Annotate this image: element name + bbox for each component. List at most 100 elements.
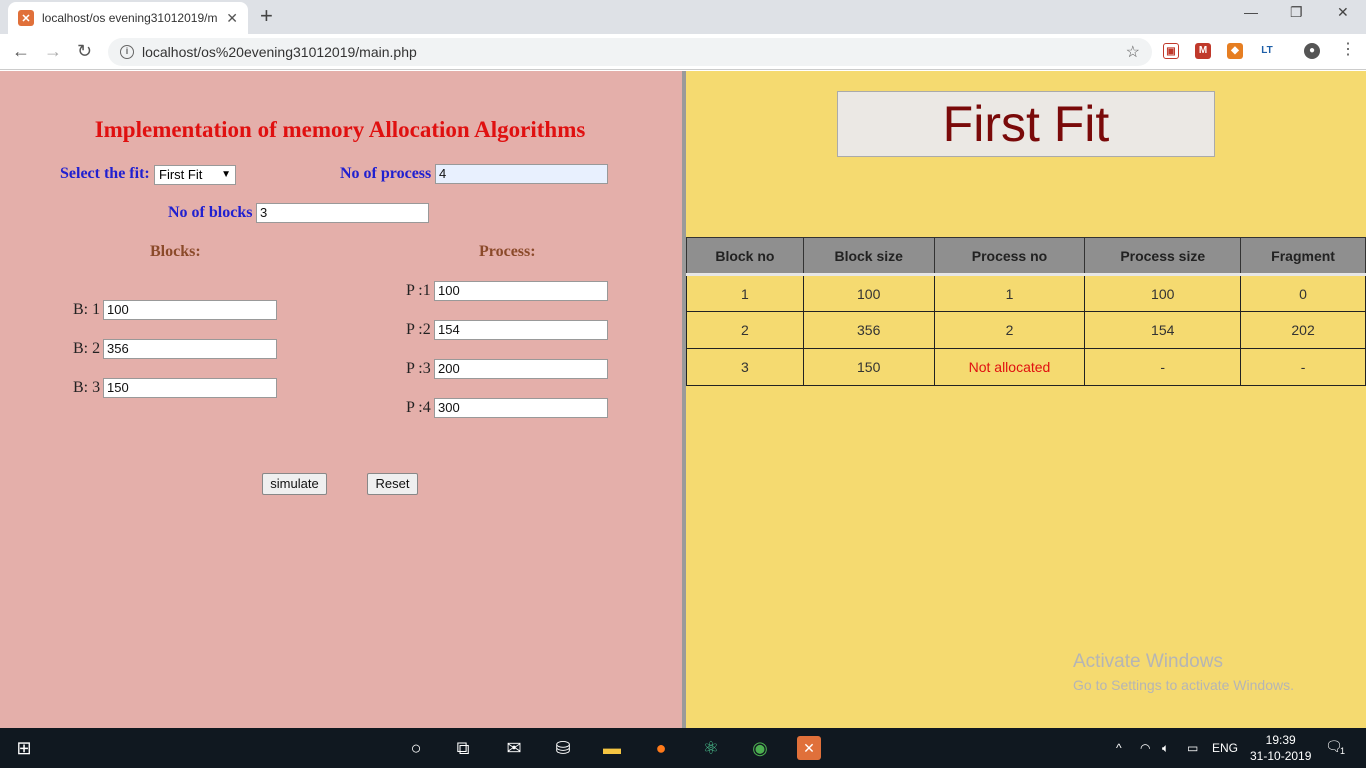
close-window-icon[interactable]: ✕ <box>1337 4 1349 21</box>
table-cell: 0 <box>1240 274 1366 312</box>
brave-extension-icon[interactable]: ◆ <box>1227 43 1243 59</box>
fit-select[interactable]: First Fit ▼ <box>154 165 236 185</box>
block-label: B: 3 <box>73 379 101 396</box>
not-allocated-cell: Not allocated <box>933 348 1086 386</box>
process-label: P :4 <box>406 399 431 416</box>
lt-extension-icon[interactable]: LT <box>1259 43 1275 59</box>
column-header: Block no <box>686 237 804 276</box>
store-icon[interactable]: ⛁ <box>551 736 575 760</box>
table-cell: 1 <box>933 274 1086 312</box>
process-label: P :2 <box>406 321 431 338</box>
fit-select-value: First Fit <box>159 167 203 182</box>
info-icon[interactable]: i <box>120 45 134 59</box>
xampp-icon[interactable]: ✕ <box>797 736 821 760</box>
table-cell: 2 <box>933 311 1086 349</box>
wifi-icon[interactable]: ◠ <box>1140 741 1150 755</box>
system-clock[interactable]: 19:39 31-10-2019 <box>1250 732 1311 764</box>
battery-icon[interactable]: ▭ <box>1187 741 1198 755</box>
table-cell: - <box>1084 348 1242 386</box>
windows-start-icon[interactable]: ⊞ <box>12 736 36 760</box>
reset-button[interactable]: Reset <box>367 473 418 495</box>
browser-toolbar: ← → ↻ i localhost/os%20evening31012019/m… <box>0 34 1366 70</box>
forward-icon[interactable]: → <box>44 41 62 61</box>
activate-windows-watermark: Activate Windows Go to Settings to activ… <box>1073 651 1294 693</box>
address-bar[interactable]: i localhost/os%20evening31012019/main.ph… <box>108 38 1152 66</box>
cortana-icon[interactable]: ○ <box>404 736 428 760</box>
block-input[interactable]: 150 <box>103 378 277 398</box>
no-of-process-label: No of process <box>340 165 432 182</box>
back-icon[interactable]: ← <box>12 41 30 61</box>
language-indicator[interactable]: ENG <box>1212 741 1238 755</box>
table-cell: 150 <box>802 348 935 386</box>
column-header: Block size <box>802 237 935 276</box>
clock-date: 31-10-2019 <box>1250 749 1312 763</box>
profile-icon[interactable]: ● <box>1304 43 1320 59</box>
table-cell: - <box>1240 348 1366 386</box>
chevron-up-icon[interactable]: ^ <box>1116 741 1122 755</box>
atom-icon[interactable]: ⚛ <box>699 736 723 760</box>
process-header: Process: <box>479 243 536 260</box>
process-label: P :1 <box>406 282 431 299</box>
browser-tab[interactable]: ✕ localhost/os evening31012019/m ✕ <box>8 2 248 34</box>
allocation-table: Block no Block size Process no Process s… <box>686 237 1366 386</box>
task-view-icon[interactable]: ⧉ <box>451 736 475 760</box>
fit-title: First Fit <box>837 91 1215 157</box>
restore-icon[interactable]: ❐ <box>1290 4 1303 21</box>
new-tab-button[interactable]: + <box>260 5 273 27</box>
file-explorer-icon[interactable]: ▬ <box>600 736 624 760</box>
pocket-extension-icon[interactable]: ▣ <box>1163 43 1179 59</box>
process-input[interactable]: 100 <box>434 281 608 301</box>
dropdown-arrow-icon: ▼ <box>221 169 231 180</box>
simulate-button[interactable]: simulate <box>262 473 327 495</box>
process-input[interactable]: 200 <box>434 359 608 379</box>
block-input[interactable]: 100 <box>103 300 277 320</box>
url-text: localhost/os%20evening31012019/main.php <box>142 44 417 60</box>
table-row: 2 356 2 154 202 <box>686 311 1366 349</box>
mail-icon[interactable]: ✉ <box>502 736 526 760</box>
process-input[interactable]: 154 <box>434 320 608 340</box>
bookmark-star-icon[interactable]: ☆ <box>1126 42 1140 62</box>
select-fit-label: Select the fit: <box>60 165 150 182</box>
block-label: B: 1 <box>73 301 101 318</box>
process-label: P :3 <box>406 360 431 377</box>
xampp-favicon-icon: ✕ <box>18 10 34 26</box>
minimize-icon[interactable]: — <box>1244 4 1258 20</box>
shield-extension-icon[interactable]: M <box>1195 43 1211 59</box>
volume-icon[interactable]: 🔈︎ <box>1162 741 1169 756</box>
table-header-row: Block no Block size Process no Process s… <box>686 237 1366 276</box>
menu-icon[interactable]: ⋮ <box>1340 40 1356 60</box>
tab-title: localhost/os evening31012019/m <box>42 11 218 25</box>
block-label: B: 2 <box>73 340 101 357</box>
tab-close-icon[interactable]: ✕ <box>226 10 238 27</box>
notification-count: 1 <box>1340 746 1346 756</box>
table-cell: 2 <box>686 311 804 349</box>
column-header: Process size <box>1084 237 1242 276</box>
table-cell: 202 <box>1240 311 1366 349</box>
result-panel: First Fit Block no Block size Process no… <box>686 71 1366 728</box>
windows-taskbar: ⊞ ○ ⧉ ✉ ⛁ ▬ ● ⚛ ◉ ✕ ^ ◠ 🔈︎ ▭ ENG 19:39 3… <box>0 728 1366 768</box>
block-input[interactable]: 356 <box>103 339 277 359</box>
watermark-subtitle: Go to Settings to activate Windows. <box>1073 677 1294 693</box>
table-row: 1 100 1 100 0 <box>686 274 1366 312</box>
table-cell: 3 <box>686 348 804 386</box>
no-of-blocks-label: No of blocks <box>168 204 253 221</box>
no-of-blocks-input[interactable]: 3 <box>256 203 429 223</box>
blocks-header: Blocks: <box>150 243 201 260</box>
firefox-icon[interactable]: ● <box>649 736 673 760</box>
table-cell: 100 <box>1084 274 1242 312</box>
column-header: Process no <box>933 237 1086 276</box>
table-row: 3 150 Not allocated - - <box>686 348 1366 386</box>
reload-icon[interactable]: ↻ <box>77 41 92 61</box>
clock-time: 19:39 <box>1265 733 1296 747</box>
table-cell: 154 <box>1084 311 1242 349</box>
table-cell: 1 <box>686 274 804 312</box>
page-heading: Implementation of memory Allocation Algo… <box>94 117 586 142</box>
chrome-icon[interactable]: ◉ <box>748 736 772 760</box>
table-cell: 356 <box>802 311 935 349</box>
process-input[interactable]: 300 <box>434 398 608 418</box>
table-cell: 100 <box>802 274 935 312</box>
browser-tab-bar: ✕ localhost/os evening31012019/m ✕ + — ❐… <box>0 0 1366 34</box>
input-panel: Implementation of memory Allocation Algo… <box>0 71 682 728</box>
no-of-process-input[interactable]: 4 <box>435 164 608 184</box>
column-header: Fragment <box>1240 237 1366 276</box>
